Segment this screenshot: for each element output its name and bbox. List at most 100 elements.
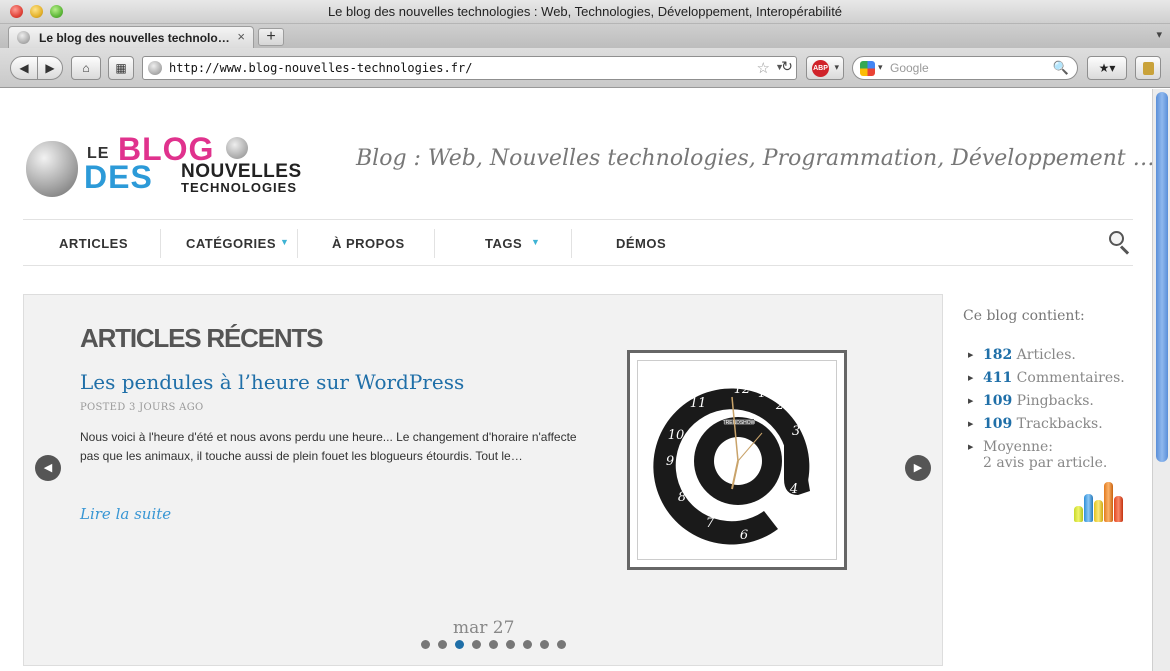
stat-average-label: Moyenne: — [983, 439, 1053, 455]
chevron-down-icon[interactable]: ▾ — [878, 62, 883, 73]
stat-value: 109 — [983, 393, 1013, 409]
new-tab-button[interactable]: + — [258, 28, 284, 46]
recent-articles-slider: ARTICLES RÉCENTS Les pendules à l’heure … — [23, 294, 943, 666]
scrollbar-thumb[interactable] — [1156, 92, 1168, 462]
at-sign-clock-image: TRENDSHOW 12 1234567891011 — [653, 382, 810, 545]
thumbnail-inner: TRENDSHOW 12 1 2 3 4 5 6 7 8 9 10 11 — [637, 360, 837, 560]
extension-button[interactable] — [1135, 56, 1161, 80]
title-bar: Le blog des nouvelles technologies : Web… — [0, 0, 1170, 24]
slider-next-button[interactable]: ▶ — [905, 455, 931, 481]
address-bar[interactable]: http://www.blog-nouvelles-technologies.f… — [142, 56, 797, 80]
adblock-icon: ABP — [812, 60, 829, 77]
stat-comments[interactable]: ▶ 411 Commentaires. — [968, 370, 1125, 386]
reload-button[interactable]: ↻ — [778, 58, 796, 78]
bullet-icon: ▶ — [968, 397, 974, 405]
search-lens — [1109, 231, 1124, 246]
bookmarks-button[interactable]: ▦ — [108, 56, 134, 80]
search-icon[interactable] — [1109, 231, 1130, 255]
menu-item-demos[interactable]: DÉMOS — [616, 236, 666, 251]
post-meta: POSTED 3 JOURS AGO — [80, 402, 204, 413]
clock-numeral: 4 — [789, 482, 798, 497]
bar-chart-icon — [1068, 474, 1132, 522]
post-thumbnail[interactable]: TRENDSHOW 12 1 2 3 4 5 6 7 8 9 10 11 — [627, 350, 847, 570]
bar-green — [1074, 506, 1083, 522]
tab-blog[interactable]: Le blog des nouvelles technolo… × — [8, 26, 254, 48]
stat-label: Articles. — [1012, 347, 1076, 363]
main-menu: ARTICLES CATÉGORIES ▼ À PROPOS TAGS ▼ DÉ… — [23, 219, 1133, 266]
search-input[interactable]: Google — [890, 61, 929, 75]
slide-date: mar 27 — [453, 618, 515, 638]
slider-dot[interactable] — [506, 640, 515, 649]
clock-numeral: 5 — [782, 512, 790, 527]
adblock-button[interactable]: ABP ▾ — [806, 56, 844, 80]
page-scrollbar[interactable] — [1152, 89, 1170, 671]
slider-dot[interactable] — [421, 640, 430, 649]
home-button[interactable]: ⌂ — [71, 56, 101, 80]
forward-button[interactable]: ▶ — [37, 56, 63, 80]
url-text[interactable]: http://www.blog-nouvelles-technologies.f… — [169, 61, 472, 75]
bookmark-star-icon[interactable]: ☆ — [757, 59, 770, 77]
clock-numeral: 10 — [668, 428, 685, 443]
clock-numeral: 12 — [734, 382, 751, 397]
post-excerpt: Nous voici à l'heure d'été et nous avons… — [80, 430, 577, 463]
bar-blue — [1084, 494, 1093, 522]
stat-label: Commentaires. — [1012, 370, 1125, 386]
menu-item-categories[interactable]: CATÉGORIES — [186, 236, 276, 251]
mascot-figure-icon — [226, 137, 248, 159]
sidebar-title: Ce blog contient: — [963, 308, 1085, 324]
slider-dot[interactable] — [540, 640, 549, 649]
stat-articles[interactable]: ▶ 182 Articles. — [968, 347, 1076, 363]
clock-numeral: 7 — [706, 516, 715, 531]
menu-divider — [297, 229, 298, 258]
tab-bar: Le blog des nouvelles technolo… × + ▾ — [0, 24, 1170, 48]
slider-dot[interactable] — [455, 640, 464, 649]
bullet-icon: ▶ — [968, 374, 974, 382]
extension-icon — [1143, 62, 1154, 75]
section-title: ARTICLES RÉCENTS — [80, 323, 323, 353]
bookmark-menu-button[interactable]: ★▾ — [1087, 56, 1127, 80]
bullet-icon: ▶ — [968, 351, 974, 359]
bullet-icon: ▶ — [968, 420, 974, 428]
logo-text-technologies: TECHNOLOGIES — [181, 180, 298, 195]
stat-average-value: 2 avis par article. — [983, 455, 1108, 471]
clock-numeral: 9 — [666, 454, 674, 469]
post-title-link[interactable]: Les pendules à l’heure sur WordPress — [80, 370, 464, 394]
stat-label: Trackbacks. — [1012, 416, 1103, 432]
tab-list-chevron-icon[interactable]: ▾ — [1156, 28, 1162, 41]
stat-value: 182 — [983, 347, 1013, 363]
google-icon — [860, 61, 875, 76]
tab-close-icon[interactable]: × — [237, 29, 245, 44]
menu-divider — [434, 229, 435, 258]
slider-prev-button[interactable]: ◀ — [35, 455, 61, 481]
stat-value: 411 — [983, 370, 1013, 386]
clock-numeral: 3 — [792, 424, 800, 439]
stat-pingbacks[interactable]: ▶ 109 Pingbacks. — [968, 393, 1094, 409]
clock-numeral: 1 — [758, 386, 766, 401]
window-title: Le blog des nouvelles technologies : Web… — [327, 4, 843, 19]
chevron-down-icon[interactable]: ▼ — [280, 237, 289, 247]
slider-dot[interactable] — [557, 640, 566, 649]
menu-item-articles[interactable]: ARTICLES — [59, 236, 128, 251]
menu-item-a-propos[interactable]: À PROPOS — [332, 236, 405, 251]
menu-divider — [160, 229, 161, 258]
menu-item-tags[interactable]: TAGS — [485, 236, 522, 251]
navigation-toolbar: ◀ ▶ ⌂ ▦ http://www.blog-nouvelles-techno… — [0, 48, 1170, 88]
bar-yellow — [1094, 500, 1103, 522]
slider-dot[interactable] — [472, 640, 481, 649]
chevron-down-icon[interactable]: ▼ — [531, 237, 540, 247]
slider-dot[interactable] — [489, 640, 498, 649]
bar-orange — [1104, 482, 1113, 522]
slider-dot[interactable] — [523, 640, 532, 649]
stat-average: ▶ Moyenne: 2 avis par article. — [968, 439, 1107, 471]
search-bar[interactable]: ▾ Google 🔍 — [852, 56, 1078, 80]
site-logo[interactable]: LE BLOG DES NOUVELLES TECHNOLOGIES — [26, 131, 326, 203]
menu-divider — [571, 229, 572, 258]
stat-value: 109 — [983, 416, 1013, 432]
chevron-down-icon: ▾ — [834, 62, 839, 72]
stat-trackbacks[interactable]: ▶ 109 Trackbacks. — [968, 416, 1103, 432]
back-button[interactable]: ◀ — [10, 56, 38, 80]
search-icon[interactable]: 🔍 — [1053, 60, 1069, 76]
logo-text-des: DES — [84, 159, 153, 195]
slider-dot[interactable] — [438, 640, 447, 649]
read-more-link[interactable]: Lire la suite — [80, 505, 171, 523]
